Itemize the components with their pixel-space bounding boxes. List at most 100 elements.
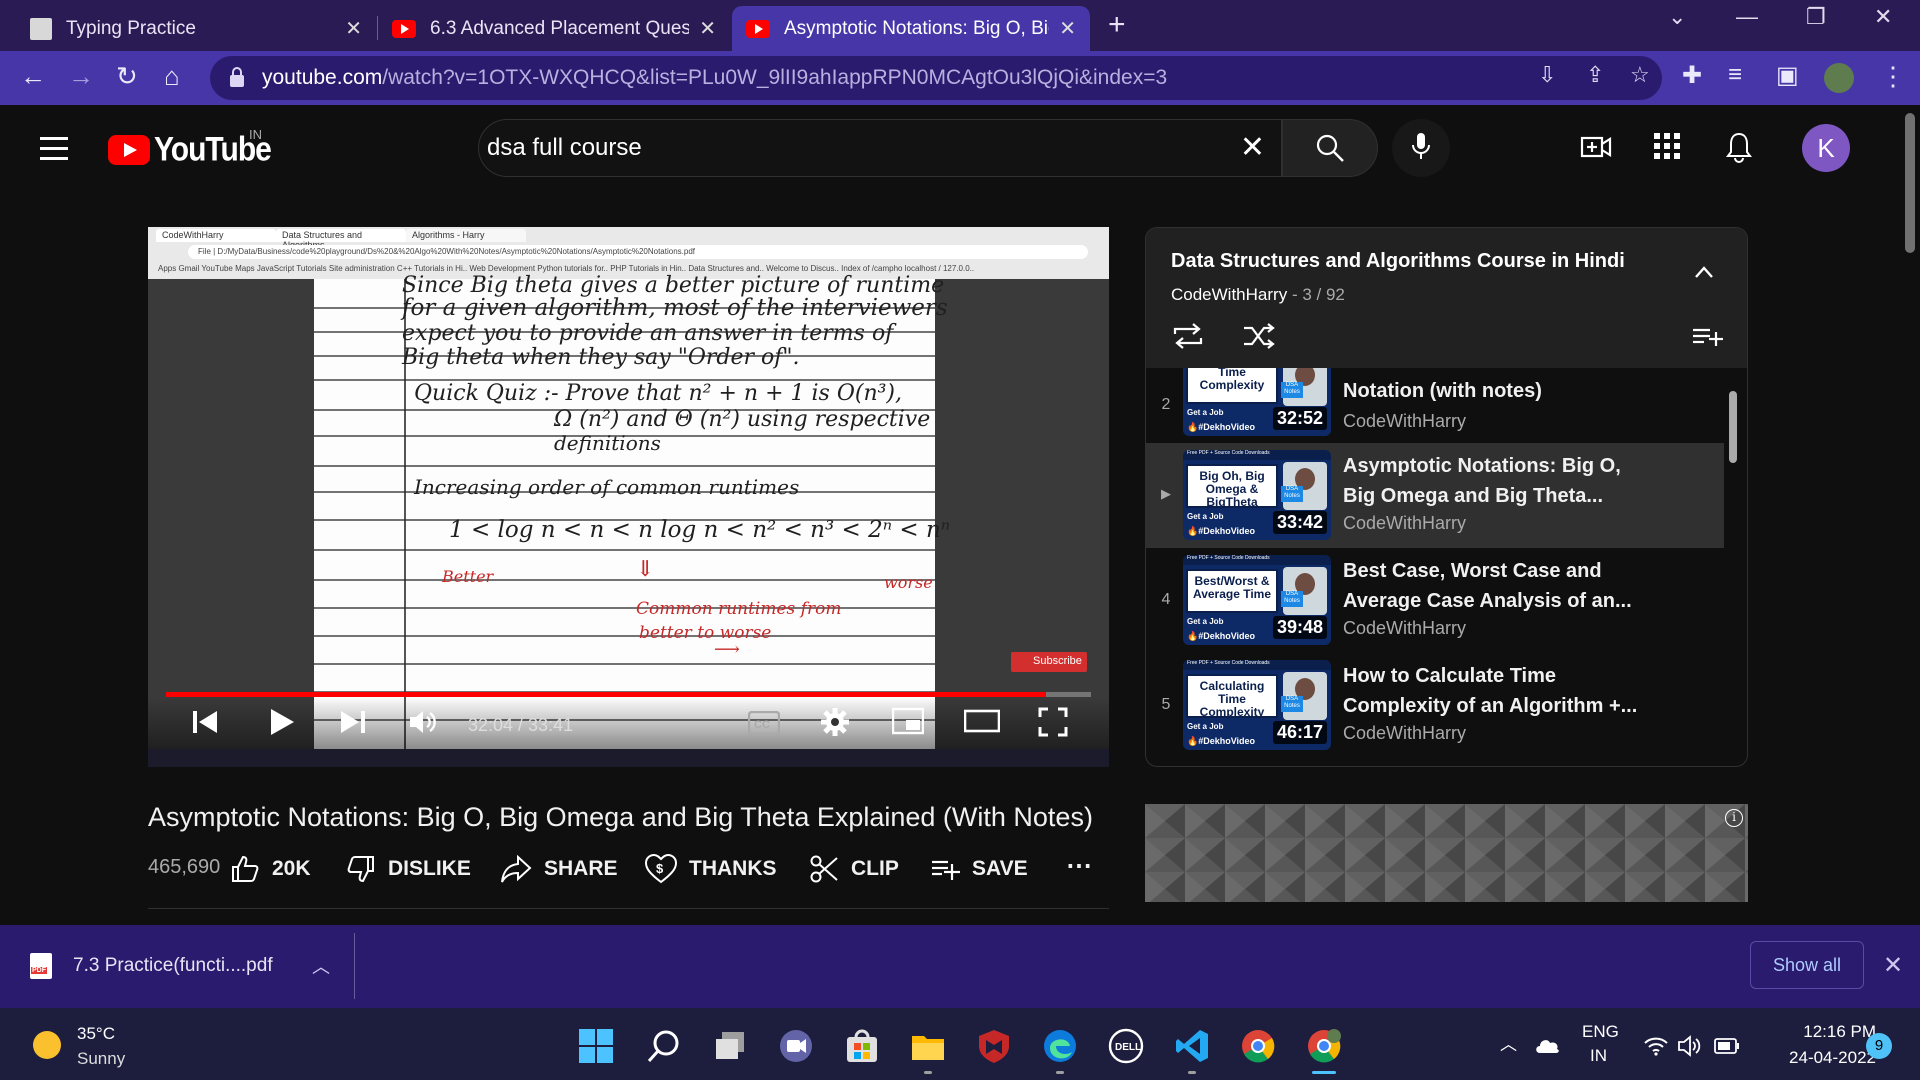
teams-chat-icon[interactable] bbox=[778, 1028, 814, 1064]
windows-start-icon[interactable] bbox=[578, 1028, 614, 1064]
browser-menu-icon[interactable]: ⋮ bbox=[1880, 61, 1906, 92]
fullscreen-icon[interactable] bbox=[1038, 707, 1068, 737]
close-window-button[interactable]: ✕ bbox=[1874, 4, 1892, 30]
captions-icon[interactable]: CC bbox=[748, 711, 780, 735]
previous-icon[interactable] bbox=[190, 707, 220, 737]
onedrive-cloud-icon[interactable] bbox=[1534, 1036, 1560, 1054]
edge-browser-icon[interactable] bbox=[1042, 1028, 1078, 1064]
notification-count-badge[interactable]: 9 bbox=[1866, 1033, 1892, 1059]
create-video-icon[interactable] bbox=[1580, 131, 1612, 163]
speaker-icon[interactable] bbox=[1678, 1035, 1702, 1057]
add-to-playlist-icon[interactable] bbox=[1692, 324, 1724, 348]
search-button[interactable] bbox=[1282, 119, 1378, 177]
miniplayer-icon[interactable] bbox=[892, 707, 924, 735]
playlist-item[interactable]: 4 Free PDF + Source Code Downloads Best/… bbox=[1146, 548, 1724, 653]
notifications-bell-icon[interactable] bbox=[1724, 131, 1754, 163]
tab-asymptotic-notations[interactable]: Asymptotic Notations: Big O, Big ✕ bbox=[732, 6, 1090, 51]
mcafee-shield-icon[interactable] bbox=[976, 1028, 1012, 1064]
vscode-icon[interactable] bbox=[1174, 1028, 1210, 1064]
video-player[interactable]: CodeWithHarry Data Structures and Algori… bbox=[148, 227, 1109, 767]
back-button[interactable]: ← bbox=[20, 61, 46, 92]
volume-icon[interactable] bbox=[408, 707, 440, 737]
ad-banner[interactable]: i bbox=[1145, 804, 1748, 902]
settings-gear-icon[interactable] bbox=[820, 707, 850, 737]
side-panel-icon[interactable]: ▣ bbox=[1776, 61, 1799, 90]
account-avatar[interactable]: K bbox=[1802, 124, 1850, 172]
playlist-item[interactable]: 5 Free PDF + Source Code Downloads Calcu… bbox=[1146, 653, 1724, 758]
loop-icon[interactable] bbox=[1171, 322, 1205, 350]
file-explorer-icon[interactable] bbox=[910, 1028, 946, 1064]
voice-search-button[interactable] bbox=[1392, 119, 1450, 177]
playlist-channel[interactable]: CodeWithHarry bbox=[1171, 285, 1287, 304]
forward-button[interactable]: → bbox=[68, 61, 94, 92]
playlist-item-current[interactable]: ▶ Free PDF + Source Code Downloads Big O… bbox=[1146, 443, 1724, 548]
wifi-icon[interactable] bbox=[1644, 1036, 1668, 1056]
install-app-icon[interactable]: ⇩ bbox=[1538, 62, 1556, 88]
weather-temperature[interactable]: 35°C bbox=[77, 1024, 115, 1044]
shuffle-icon[interactable] bbox=[1242, 322, 1276, 350]
share-icon[interactable]: ⇪ bbox=[1586, 62, 1604, 88]
ad-info-icon[interactable]: i bbox=[1725, 809, 1743, 827]
minimize-button[interactable]: — bbox=[1736, 4, 1758, 30]
profile-avatar[interactable] bbox=[1824, 63, 1854, 93]
address-bar[interactable]: youtube.com /watch?v=1OTX-WXQHCQ&list=PL… bbox=[210, 56, 1662, 100]
next-icon[interactable] bbox=[338, 707, 368, 737]
keyboard-layout-indicator[interactable]: IN bbox=[1590, 1046, 1607, 1066]
url-path: /watch?v=1OTX-WXQHCQ&list=PLu0W_9lII9ahI… bbox=[382, 66, 1168, 89]
theater-mode-icon[interactable] bbox=[964, 707, 1000, 735]
bookmark-star-icon[interactable]: ☆ bbox=[1630, 62, 1650, 88]
search-input[interactable]: dsa full course ✕ bbox=[478, 119, 1282, 177]
subscribe-watermark[interactable]: Subscribe bbox=[1011, 652, 1087, 672]
download-filename[interactable]: 7.3 Practice(functi....pdf bbox=[73, 955, 273, 977]
playlist-scrollbar[interactable] bbox=[1729, 391, 1737, 463]
like-button[interactable]: 20K bbox=[230, 854, 311, 884]
search-icon[interactable] bbox=[646, 1028, 682, 1064]
show-all-downloads-button[interactable]: Show all bbox=[1750, 941, 1864, 989]
more-actions-icon[interactable]: ⋯ bbox=[1066, 850, 1092, 881]
chrome-profile-icon[interactable] bbox=[1306, 1028, 1342, 1064]
clear-search-icon[interactable]: ✕ bbox=[1240, 130, 1265, 165]
close-tab-icon[interactable]: ✕ bbox=[1059, 16, 1076, 41]
restore-button[interactable]: ❐ bbox=[1806, 4, 1826, 30]
menu-icon[interactable] bbox=[40, 137, 68, 167]
clock-date[interactable]: 24-04-2022 bbox=[1762, 1048, 1876, 1068]
playlist-item[interactable]: 2 Free PDF + Source Code Downloads Time … bbox=[1146, 368, 1724, 443]
page-scrollbar[interactable] bbox=[1900, 105, 1920, 925]
clock-time[interactable]: 12:16 PM bbox=[1786, 1022, 1876, 1042]
sun-weather-icon[interactable] bbox=[33, 1031, 61, 1059]
tab-typing-practice[interactable]: Typing Practice ✕ bbox=[16, 6, 376, 51]
save-button[interactable]: SAVE bbox=[930, 854, 1028, 884]
chrome-icon[interactable] bbox=[1240, 1028, 1276, 1064]
new-tab-button[interactable]: + bbox=[1108, 8, 1126, 42]
collapse-chevron-icon[interactable] bbox=[1694, 265, 1714, 279]
reload-button[interactable]: ↻ bbox=[116, 61, 138, 92]
task-view-icon[interactable] bbox=[712, 1028, 748, 1064]
clip-button[interactable]: CLIP bbox=[809, 854, 899, 884]
download-options-chevron-icon[interactable]: ︿ bbox=[312, 953, 330, 979]
play-icon[interactable] bbox=[266, 707, 296, 737]
close-tab-icon[interactable]: ✕ bbox=[699, 16, 716, 41]
language-indicator[interactable]: ENG bbox=[1582, 1022, 1619, 1042]
show-hidden-icons-chevron-icon[interactable]: ︿ bbox=[1500, 1030, 1517, 1055]
battery-icon[interactable] bbox=[1714, 1038, 1740, 1054]
player-controls: 32:04 / 33:41 CC bbox=[148, 697, 1109, 749]
media-queue-icon[interactable]: ≡ bbox=[1728, 61, 1742, 89]
tab-search-chevron-icon[interactable]: ⌄ bbox=[1668, 4, 1686, 30]
apps-grid-icon[interactable] bbox=[1652, 131, 1682, 161]
extensions-icon[interactable]: ✚ bbox=[1682, 61, 1702, 90]
clip-label: CLIP bbox=[851, 857, 899, 880]
tab-advanced-placement[interactable]: 6.3 Advanced Placement Questio ✕ bbox=[378, 6, 730, 51]
dislike-button[interactable]: DISLIKE bbox=[346, 854, 471, 884]
close-shelf-icon[interactable]: ✕ bbox=[1883, 951, 1903, 980]
home-icon[interactable]: ⌂ bbox=[164, 61, 180, 92]
playlist-title[interactable]: Data Structures and Algorithms Course in… bbox=[1171, 250, 1625, 273]
weather-condition[interactable]: Sunny bbox=[77, 1049, 125, 1069]
page-scrollbar-thumb[interactable] bbox=[1905, 113, 1915, 253]
title-line-1 bbox=[1343, 368, 1643, 376]
thanks-button[interactable]: $ THANKS bbox=[645, 854, 777, 884]
share-button[interactable]: SHARE bbox=[500, 854, 618, 884]
dell-icon[interactable]: DELL bbox=[1108, 1028, 1144, 1064]
close-tab-icon[interactable]: ✕ bbox=[345, 16, 362, 41]
microsoft-store-icon[interactable] bbox=[844, 1028, 880, 1064]
youtube-logo[interactable]: YouTube IN bbox=[108, 127, 272, 168]
